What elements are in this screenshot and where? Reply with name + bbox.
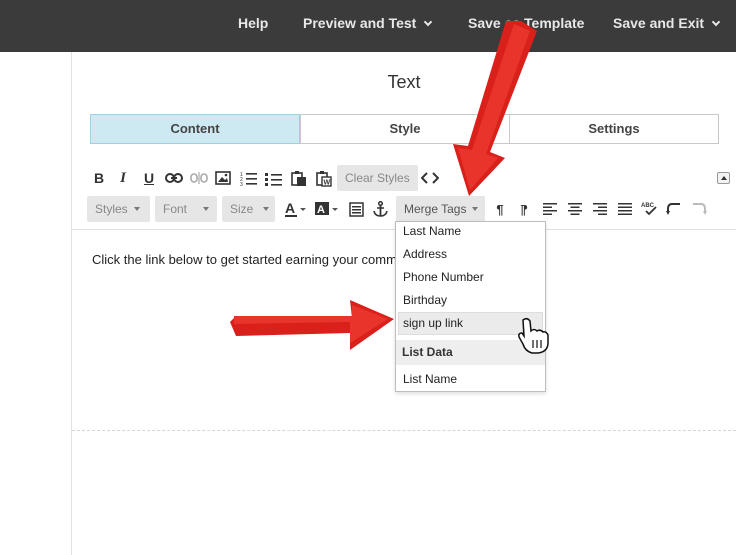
link-icon[interactable] xyxy=(165,171,183,185)
tab-style[interactable]: Style xyxy=(300,115,509,143)
section-divider xyxy=(72,430,736,431)
help-link[interactable]: Help xyxy=(238,15,268,31)
caret-down-icon xyxy=(133,207,140,211)
caret-down-icon xyxy=(263,207,270,211)
justify-icon[interactable] xyxy=(617,202,632,216)
tab-content[interactable]: Content xyxy=(90,114,300,144)
svg-text:A: A xyxy=(285,200,295,216)
numbered-list-icon[interactable]: 123 xyxy=(240,170,257,186)
tab-settings[interactable]: Settings xyxy=(509,115,718,143)
font-label: Font xyxy=(163,202,188,216)
svg-text:A: A xyxy=(317,204,325,216)
preview-test-menu[interactable]: Preview and Test xyxy=(303,15,433,31)
paragraph-rtl-icon[interactable]: ¶ xyxy=(518,202,530,217)
merge-tags-menu: Last Name Address Phone Number Birthday … xyxy=(395,221,546,392)
top-bar: Help Preview and Test Save as Template S… xyxy=(0,0,736,52)
spellcheck-icon[interactable]: ABC xyxy=(641,200,658,216)
image-icon[interactable] xyxy=(215,170,231,186)
paste-icon[interactable] xyxy=(290,170,307,187)
collapse-toolbar-button[interactable] xyxy=(717,172,730,184)
font-dropdown[interactable]: Font xyxy=(155,196,217,222)
svg-text:W: W xyxy=(323,179,330,186)
menu-item-last-name[interactable]: Last Name xyxy=(403,224,461,238)
bold-button[interactable]: B xyxy=(92,170,106,186)
align-center-icon[interactable] xyxy=(567,202,582,216)
caret-down-icon xyxy=(472,207,479,211)
merge-tags-label: Merge Tags xyxy=(404,202,467,216)
paragraph-ltr-icon[interactable]: ¶ xyxy=(494,202,506,217)
menu-item-sign-up-link[interactable]: sign up link xyxy=(403,316,463,330)
menu-item-phone-number[interactable]: Phone Number xyxy=(403,270,484,284)
clear-styles-button[interactable]: Clear Styles xyxy=(337,165,418,191)
svg-text:3: 3 xyxy=(240,182,243,186)
menu-item-address[interactable]: Address xyxy=(403,247,447,261)
styles-label: Styles xyxy=(95,202,128,216)
menu-section-header: List Data xyxy=(396,340,545,365)
chevron-down-icon xyxy=(424,17,433,27)
unlink-icon[interactable] xyxy=(190,171,208,185)
size-label: Size xyxy=(230,202,254,216)
arrow-right-annotation xyxy=(230,300,394,350)
redo-icon[interactable] xyxy=(691,201,707,215)
preview-test-label: Preview and Test xyxy=(303,15,417,31)
undo-icon[interactable] xyxy=(666,201,682,215)
block-quote-icon[interactable] xyxy=(348,201,364,217)
menu-item-list-name[interactable]: List Name xyxy=(403,372,457,386)
bullet-list-icon[interactable] xyxy=(265,170,282,186)
save-template-link[interactable]: Save as Template xyxy=(468,15,584,31)
background-color-icon[interactable]: A xyxy=(315,200,339,218)
text-color-icon[interactable]: A xyxy=(285,200,307,218)
align-right-icon[interactable] xyxy=(592,202,607,216)
italic-button[interactable]: I xyxy=(117,170,129,186)
save-exit-menu[interactable]: Save and Exit xyxy=(613,15,721,31)
caret-down-icon xyxy=(203,207,210,211)
menu-item-birthday[interactable]: Birthday xyxy=(403,293,447,307)
source-code-icon[interactable] xyxy=(420,170,440,186)
paste-word-icon[interactable]: W xyxy=(315,170,332,187)
svg-text:ABC: ABC xyxy=(641,203,655,209)
chevron-down-icon xyxy=(711,17,721,27)
panel-title: Text xyxy=(387,72,421,92)
editor-body-text[interactable]: Click the link below to get started earn… xyxy=(92,252,397,267)
panel-border xyxy=(71,52,72,555)
size-dropdown[interactable]: Size xyxy=(222,196,275,222)
save-exit-label: Save and Exit xyxy=(613,15,705,31)
align-left-icon[interactable] xyxy=(542,202,557,216)
underline-button[interactable]: U xyxy=(142,170,156,186)
anchor-icon[interactable] xyxy=(372,200,388,217)
styles-dropdown[interactable]: Styles xyxy=(87,196,150,222)
tab-bar: Content Style Settings xyxy=(90,114,719,144)
merge-tags-dropdown[interactable]: Merge Tags xyxy=(396,196,485,222)
